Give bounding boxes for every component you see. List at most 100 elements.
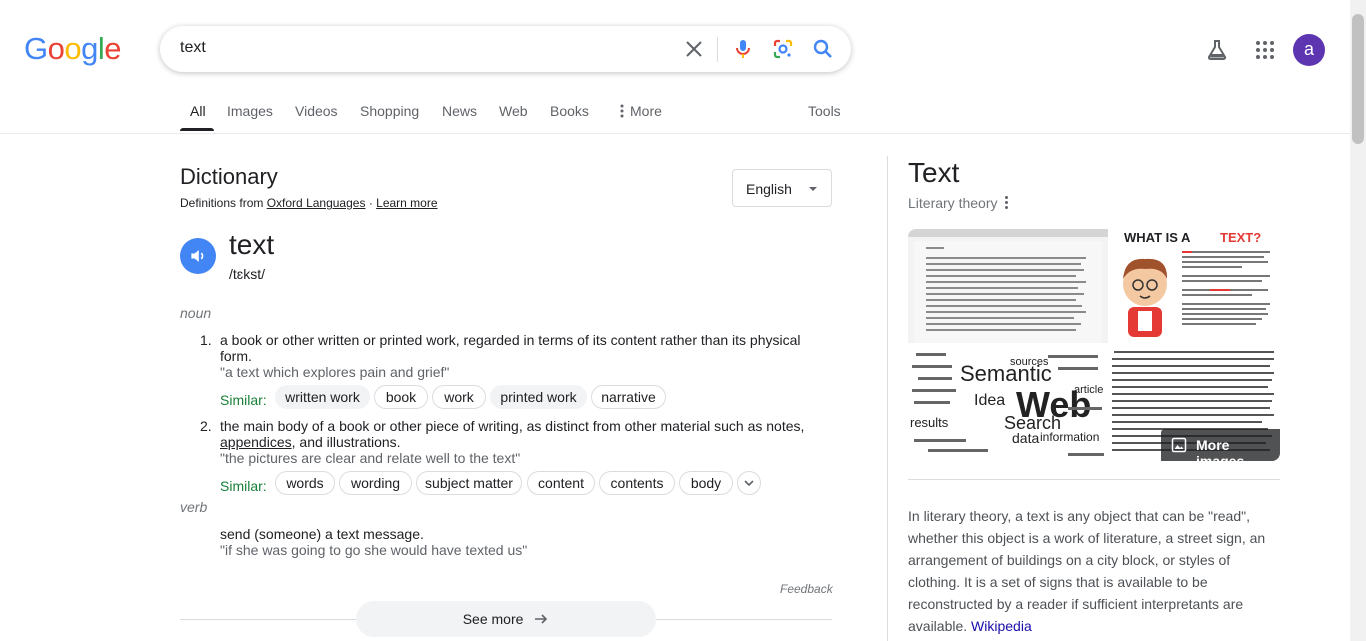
- sense-number: 2.: [200, 418, 212, 434]
- cloud-word: information: [1040, 430, 1099, 444]
- kp-image-word-cloud[interactable]: Semantic Web Search Idea data informatio…: [908, 345, 1108, 459]
- more-vert-icon: [620, 104, 624, 118]
- more-images-label: More images: [1196, 437, 1245, 469]
- source-prefix: Definitions from: [180, 196, 264, 210]
- kp-image-typed-text[interactable]: [908, 229, 1108, 343]
- arrow-right-icon: [535, 614, 548, 624]
- similar-chip[interactable]: words: [275, 471, 335, 495]
- kp-image-grid: WHAT IS A TEXT? Semantic Web Search Idea…: [908, 229, 1280, 459]
- tab-images[interactable]: Images: [227, 103, 273, 119]
- part-of-speech-noun: noun: [180, 305, 212, 321]
- kp-more-options[interactable]: [1001, 195, 1013, 211]
- speaker-icon: [191, 250, 204, 262]
- search-input[interactable]: [180, 39, 660, 57]
- logo-letter: o: [64, 31, 82, 66]
- typed-page-image: [908, 229, 1108, 343]
- sense-definition: the main body of a book or other piece o…: [220, 418, 810, 450]
- dictionary-source: Definitions from Oxford Languages · Lear…: [180, 196, 438, 210]
- similar-chip[interactable]: printed work: [490, 385, 587, 409]
- oxford-languages-link[interactable]: Oxford Languages: [267, 196, 366, 210]
- chevron-down-icon: [744, 480, 754, 487]
- see-more-button[interactable]: See more: [356, 601, 656, 637]
- text-word-caption: TEXT?: [1220, 230, 1261, 245]
- similar-label: Similar:: [220, 392, 267, 408]
- scrollbar-thumb[interactable]: [1352, 14, 1364, 144]
- page-scrollbar[interactable]: [1350, 0, 1366, 641]
- feedback-link[interactable]: Feedback: [780, 582, 833, 596]
- similar-chip[interactable]: book: [374, 385, 428, 409]
- kp-divider: [908, 479, 1280, 480]
- what-is-a-text-image: WHAT IS A TEXT?: [1110, 229, 1280, 343]
- tab-videos[interactable]: Videos: [295, 103, 338, 119]
- language-select[interactable]: English: [732, 169, 832, 207]
- similar-chip[interactable]: subject matter: [416, 471, 522, 495]
- labs-flask-icon[interactable]: [1205, 38, 1229, 62]
- sense-number: 1.: [200, 332, 212, 348]
- sense-example: "a text which explores pain and grief": [220, 364, 450, 380]
- google-logo[interactable]: Google: [24, 31, 122, 66]
- headword: text: [229, 229, 275, 260]
- header-divider: [0, 133, 1350, 134]
- knowledge-panel-divider: [887, 156, 888, 641]
- apps-grid-icon[interactable]: [1253, 38, 1277, 62]
- caret-down-icon: [809, 187, 817, 191]
- dictionary-title: Dictionary: [180, 164, 278, 189]
- kp-title: Text: [908, 157, 960, 188]
- more-vert-dot: [1005, 201, 1008, 204]
- cloud-word: sources: [1010, 356, 1049, 368]
- kp-image-what-is-a-text[interactable]: WHAT IS A TEXT?: [1110, 229, 1280, 343]
- lens-icon[interactable]: [771, 37, 795, 61]
- appendices-link[interactable]: appendices: [220, 434, 292, 450]
- similar-chip[interactable]: work: [432, 385, 486, 409]
- learn-more-link[interactable]: Learn more: [376, 196, 437, 210]
- similar-chip[interactable]: narrative: [591, 385, 666, 409]
- see-more-label: See more: [462, 611, 524, 627]
- tab-all[interactable]: All: [190, 103, 206, 119]
- similar-label: Similar:: [220, 478, 267, 494]
- definition-text: the main body of a book or other piece o…: [220, 418, 805, 434]
- source-separator: ·: [368, 196, 373, 210]
- tab-web[interactable]: Web: [499, 103, 528, 119]
- kp-description-text: In literary theory, a text is any object…: [908, 508, 1266, 634]
- similar-chip[interactable]: written work: [275, 385, 370, 409]
- image-icon: [1171, 437, 1187, 453]
- close-icon[interactable]: [682, 37, 706, 61]
- similar-chip[interactable]: contents: [599, 471, 675, 495]
- more-images-button[interactable]: More images: [1161, 429, 1280, 469]
- tab-more-label: More: [630, 103, 662, 119]
- similar-chip[interactable]: content: [527, 471, 595, 495]
- tools-button[interactable]: Tools: [808, 103, 841, 119]
- tab-news[interactable]: News: [442, 103, 477, 119]
- more-vert-dot: [1005, 196, 1008, 199]
- definition-text: , and illustrations.: [291, 434, 401, 450]
- sense-definition: a book or other written or printed work,…: [220, 332, 801, 364]
- cloud-word: Idea: [974, 392, 1005, 409]
- wikipedia-link[interactable]: Wikipedia: [971, 618, 1032, 634]
- cloud-word: article: [1074, 384, 1103, 396]
- tab-more[interactable]: More: [616, 103, 662, 119]
- more-vert-dot: [1005, 206, 1008, 209]
- mic-icon[interactable]: [731, 37, 755, 61]
- verb-definition: send (someone) a text message.: [220, 526, 424, 542]
- pronounce-button[interactable]: [180, 238, 216, 274]
- search-divider: [717, 37, 718, 62]
- account-avatar[interactable]: a: [1293, 34, 1325, 66]
- language-value: English: [746, 181, 792, 197]
- search-icon[interactable]: [811, 37, 835, 61]
- verb-example: "if she was going to go she would have t…: [220, 542, 528, 558]
- similar-chip[interactable]: body: [679, 471, 733, 495]
- word-cloud-image: Semantic Web Search Idea data informatio…: [908, 345, 1108, 459]
- expand-similar-button[interactable]: [737, 471, 761, 495]
- kp-subtitle: Literary theory: [908, 195, 998, 211]
- similar-chip[interactable]: wording: [339, 471, 412, 495]
- kp-description: In literary theory, a text is any object…: [908, 505, 1283, 637]
- logo-letter: G: [24, 31, 48, 66]
- tab-shopping[interactable]: Shopping: [360, 103, 419, 119]
- logo-letter: e: [104, 31, 122, 66]
- cloud-word: data: [1012, 430, 1039, 446]
- tab-books[interactable]: Books: [550, 103, 589, 119]
- what-is-a-caption: WHAT IS A: [1124, 230, 1191, 245]
- logo-letter: g: [81, 31, 98, 66]
- sense-example: "the pictures are clear and relate well …: [220, 450, 521, 466]
- search-box: [160, 26, 851, 72]
